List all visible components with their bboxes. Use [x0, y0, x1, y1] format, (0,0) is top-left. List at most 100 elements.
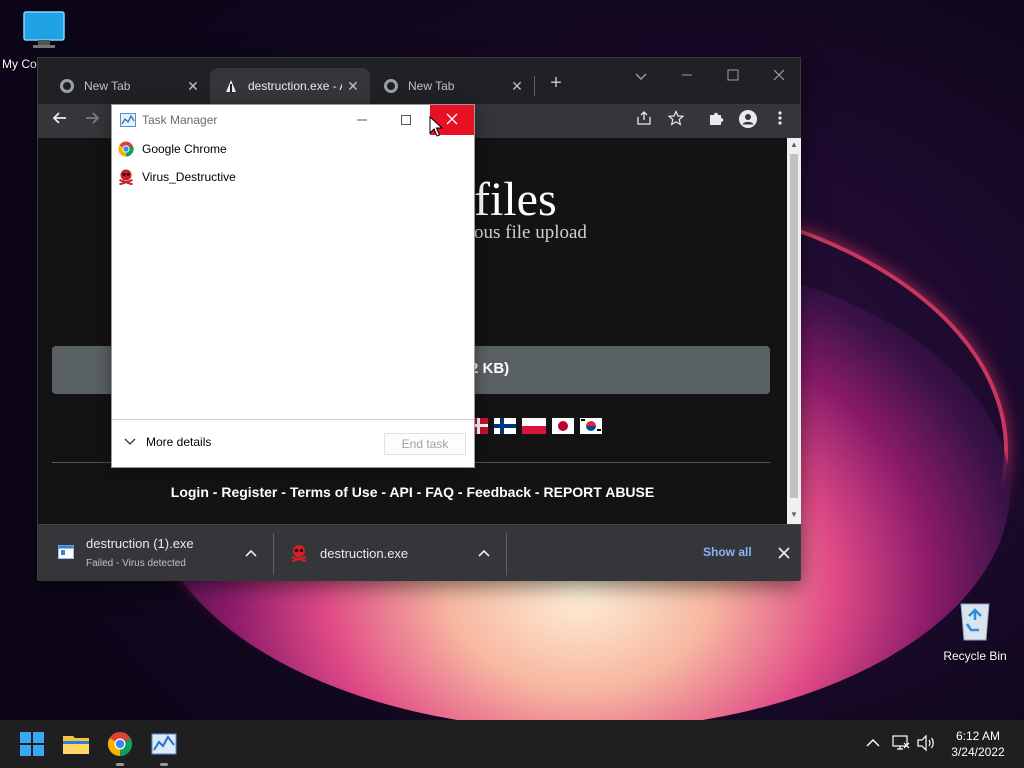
bookmark-button[interactable]	[664, 110, 688, 132]
chevron-up-icon[interactable]	[245, 549, 257, 557]
site-tagline: ous file upload	[474, 222, 587, 243]
separator: -	[454, 484, 467, 500]
clock-date: 3/24/2022	[951, 745, 1005, 759]
new-tab-button[interactable]: +	[544, 72, 568, 95]
tab-strip: New Tab ✕ destruction.exe - A ✕ New Tab …	[38, 58, 800, 104]
vertical-scrollbar[interactable]: ▲ ▼	[787, 138, 801, 524]
forward-button[interactable]	[80, 110, 104, 132]
tab-title: destruction.exe - A	[248, 79, 342, 93]
maximize-button[interactable]	[710, 62, 756, 90]
flag-poland-icon[interactable]	[522, 418, 546, 434]
chevron-down-icon	[124, 438, 136, 445]
tm-minimize-button[interactable]	[340, 105, 384, 135]
running-indicator	[116, 763, 124, 766]
separator: -	[208, 484, 222, 500]
desktop-icon-recycle-bin[interactable]: Recycle Bin	[940, 598, 1010, 663]
tm-maximize-button[interactable]	[384, 105, 428, 135]
exe-file-icon	[58, 545, 74, 559]
folder-icon	[63, 736, 89, 754]
task-manager-window: Task Manager Google Chrome Virus_Destruc…	[111, 104, 475, 468]
chrome-icon	[60, 79, 74, 93]
windows-logo-icon	[20, 732, 44, 756]
footer-link-api[interactable]: API	[389, 484, 412, 500]
separator: -	[412, 484, 426, 500]
download-item-destruction[interactable]: destruction.exe	[274, 525, 506, 582]
skull-icon	[119, 169, 133, 185]
taskbar-chrome[interactable]	[104, 728, 136, 766]
tab-new-tab-2[interactable]: New Tab ✕	[370, 68, 534, 104]
volume-icon[interactable]	[916, 734, 936, 752]
desktop-icon-label: Recycle Bin	[943, 649, 1007, 663]
end-task-button[interactable]: End task	[384, 433, 466, 455]
tab-new-tab-1[interactable]: New Tab ✕	[46, 68, 210, 104]
more-details-button[interactable]: More details	[124, 435, 211, 449]
footer-link-register[interactable]: Register	[221, 484, 277, 500]
show-all-downloads-button[interactable]: Show all	[703, 545, 752, 559]
tab-destruction[interactable]: destruction.exe - A ✕	[210, 68, 370, 104]
tab-close-icon[interactable]: ✕	[342, 78, 364, 95]
chrome-icon	[118, 141, 134, 157]
process-row-chrome[interactable]: Google Chrome	[118, 137, 227, 161]
flag-finland-icon[interactable]	[494, 418, 516, 434]
task-manager-icon	[120, 113, 136, 127]
chrome-icon	[384, 79, 398, 93]
process-row-virus[interactable]: Virus_Destructive	[118, 165, 236, 189]
flag-korea-icon[interactable]	[580, 418, 602, 434]
tab-search-button[interactable]	[618, 62, 664, 90]
upload-button-label: 2 KB)	[470, 360, 510, 377]
tab-title: New Tab	[84, 79, 131, 93]
flag-japan-icon[interactable]	[552, 418, 574, 434]
minimize-button[interactable]	[664, 62, 710, 90]
tab-divider	[534, 76, 535, 96]
download-item-failed[interactable]: destruction (1).exe Failed - Virus detec…	[38, 525, 273, 582]
chevron-up-icon[interactable]	[478, 549, 490, 557]
tab-close-icon[interactable]: ✕	[182, 78, 204, 95]
taskbar-file-explorer[interactable]	[60, 728, 92, 760]
share-icon	[637, 111, 651, 125]
maximize-icon	[727, 69, 739, 81]
close-window-button[interactable]	[756, 62, 802, 90]
system-clock[interactable]: 6:12 AM 3/24/2022	[940, 728, 1016, 760]
tab-title: New Tab	[408, 79, 455, 93]
chevron-up-icon[interactable]	[866, 738, 880, 748]
scroll-thumb[interactable]	[790, 154, 798, 498]
download-status: Failed - Virus detected	[86, 558, 186, 569]
close-icon	[773, 69, 785, 81]
avatar-icon	[739, 110, 757, 128]
start-button[interactable]	[16, 728, 48, 760]
tab-close-icon[interactable]: ✕	[506, 78, 528, 95]
back-button[interactable]	[48, 110, 72, 132]
running-indicator	[160, 763, 168, 766]
process-name: Virus_Destructive	[142, 170, 236, 184]
separator: -	[277, 484, 290, 500]
clock-time: 6:12 AM	[955, 729, 1001, 743]
download-filename: destruction (1).exe	[86, 536, 194, 551]
network-icon[interactable]	[892, 734, 910, 752]
share-button[interactable]	[632, 110, 656, 132]
menu-button[interactable]	[768, 110, 792, 132]
task-manager-titlebar[interactable]: Task Manager	[112, 105, 474, 135]
chevron-down-icon	[635, 73, 647, 80]
skull-icon	[291, 545, 307, 562]
scroll-down-icon[interactable]: ▼	[787, 510, 801, 519]
footer-link-login[interactable]: Login	[171, 484, 209, 500]
footer-link-report-abuse[interactable]: REPORT ABUSE	[544, 484, 655, 500]
footer-link-feedback[interactable]: Feedback	[466, 484, 531, 500]
scroll-up-icon[interactable]: ▲	[787, 140, 801, 149]
taskbar-task-manager[interactable]	[148, 728, 180, 766]
recycle-bin-icon	[960, 603, 990, 641]
close-icon[interactable]	[778, 547, 790, 559]
minimize-icon	[682, 74, 692, 76]
footer-link-terms[interactable]: Terms of Use	[290, 484, 378, 500]
profile-button[interactable]	[736, 110, 760, 132]
extensions-button[interactable]	[704, 110, 728, 132]
mouse-cursor-icon	[429, 116, 443, 137]
task-manager-title: Task Manager	[142, 113, 218, 127]
tm-footer-divider	[112, 419, 474, 420]
more-details-label: More details	[146, 435, 212, 449]
task-manager-icon	[151, 733, 177, 755]
puzzle-icon	[710, 112, 724, 125]
footer-link-faq[interactable]: FAQ	[425, 484, 454, 500]
download-separator	[506, 533, 507, 575]
loading-icon	[226, 80, 236, 92]
